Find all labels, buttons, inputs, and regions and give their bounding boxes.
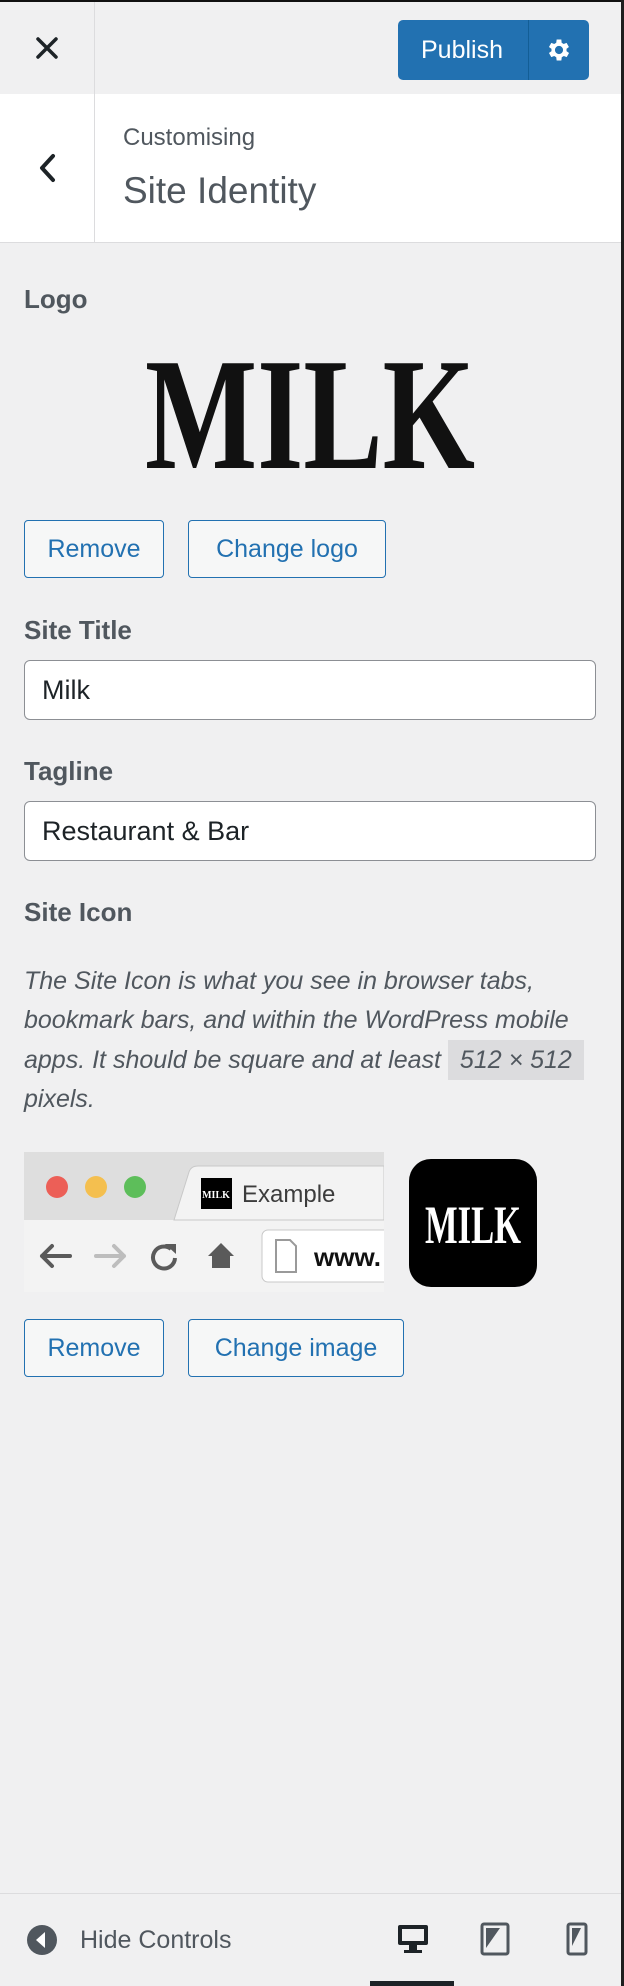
tagline-label: Tagline	[24, 756, 114, 786]
publish-button[interactable]: Publish	[398, 20, 528, 80]
hide-controls-button[interactable]: Hide Controls	[26, 1894, 231, 1986]
breadcrumb: Customising	[123, 124, 256, 151]
desktop-icon	[398, 1925, 428, 1953]
browser-preview-graphic: MILK Example www.	[24, 1152, 384, 1292]
site-icon-description: The Site Icon is what you see in browser…	[24, 962, 596, 1119]
hide-controls-label: Hide Controls	[80, 1925, 232, 1954]
close-button[interactable]	[0, 2, 95, 94]
remove-site-icon-button[interactable]: Remove	[24, 1319, 164, 1377]
publish-group: Publish	[398, 20, 589, 80]
logo-image[interactable]: MILK	[142, 334, 478, 476]
site-icon-dimensions: 512 × 512	[447, 1040, 584, 1080]
logo-image-text: MILK	[145, 334, 475, 476]
site-icon-description-suffix: pixels.	[24, 1085, 95, 1113]
back-button[interactable]	[0, 94, 95, 242]
logo-label: Logo	[24, 284, 88, 314]
customizer-topbar: Publish	[0, 2, 621, 95]
preview-url: www.	[313, 1242, 381, 1272]
publish-settings-button[interactable]	[528, 20, 589, 80]
tab-favicon-text: MILK	[202, 1190, 230, 1201]
device-desktop-button[interactable]	[390, 1918, 436, 1960]
page-title: Site Identity	[123, 170, 317, 211]
tablet-icon	[480, 1922, 510, 1956]
site-icon-image-graphic: MILK	[425, 1195, 521, 1253]
site-icon-image-text: MILK	[425, 1195, 521, 1253]
device-mobile-button[interactable]	[554, 1918, 600, 1960]
page-icon	[275, 1239, 297, 1273]
device-tablet-button[interactable]	[472, 1918, 518, 1960]
browser-preview: MILK Example www.	[24, 1152, 384, 1292]
tab-label: Example	[242, 1181, 335, 1208]
gear-icon	[548, 39, 570, 61]
window-close-dot	[46, 1176, 68, 1198]
site-icon-image[interactable]: MILK	[409, 1159, 537, 1287]
close-icon	[36, 37, 58, 59]
customizer-panel: Publish Customising Site Identity Logo M…	[0, 0, 621, 1986]
active-device-indicator	[370, 1981, 454, 1986]
collapse-arrow-icon	[27, 1925, 57, 1955]
window-minimize-dot	[85, 1176, 107, 1198]
window-zoom-dot	[124, 1176, 146, 1198]
section-header: Customising Site Identity	[0, 94, 621, 243]
customizer-footer: Hide Controls	[0, 1893, 621, 1986]
site-title-input[interactable]: Milk	[24, 660, 596, 720]
site-title-label: Site Title	[24, 615, 132, 645]
mobile-icon	[566, 1922, 588, 1956]
change-site-icon-button[interactable]: Change image	[188, 1319, 404, 1377]
tagline-input[interactable]: Restaurant & Bar	[24, 801, 596, 861]
chevron-left-icon	[40, 154, 55, 182]
remove-logo-button[interactable]: Remove	[24, 520, 164, 578]
site-icon-label: Site Icon	[24, 897, 133, 927]
change-logo-button[interactable]: Change logo	[188, 520, 386, 578]
